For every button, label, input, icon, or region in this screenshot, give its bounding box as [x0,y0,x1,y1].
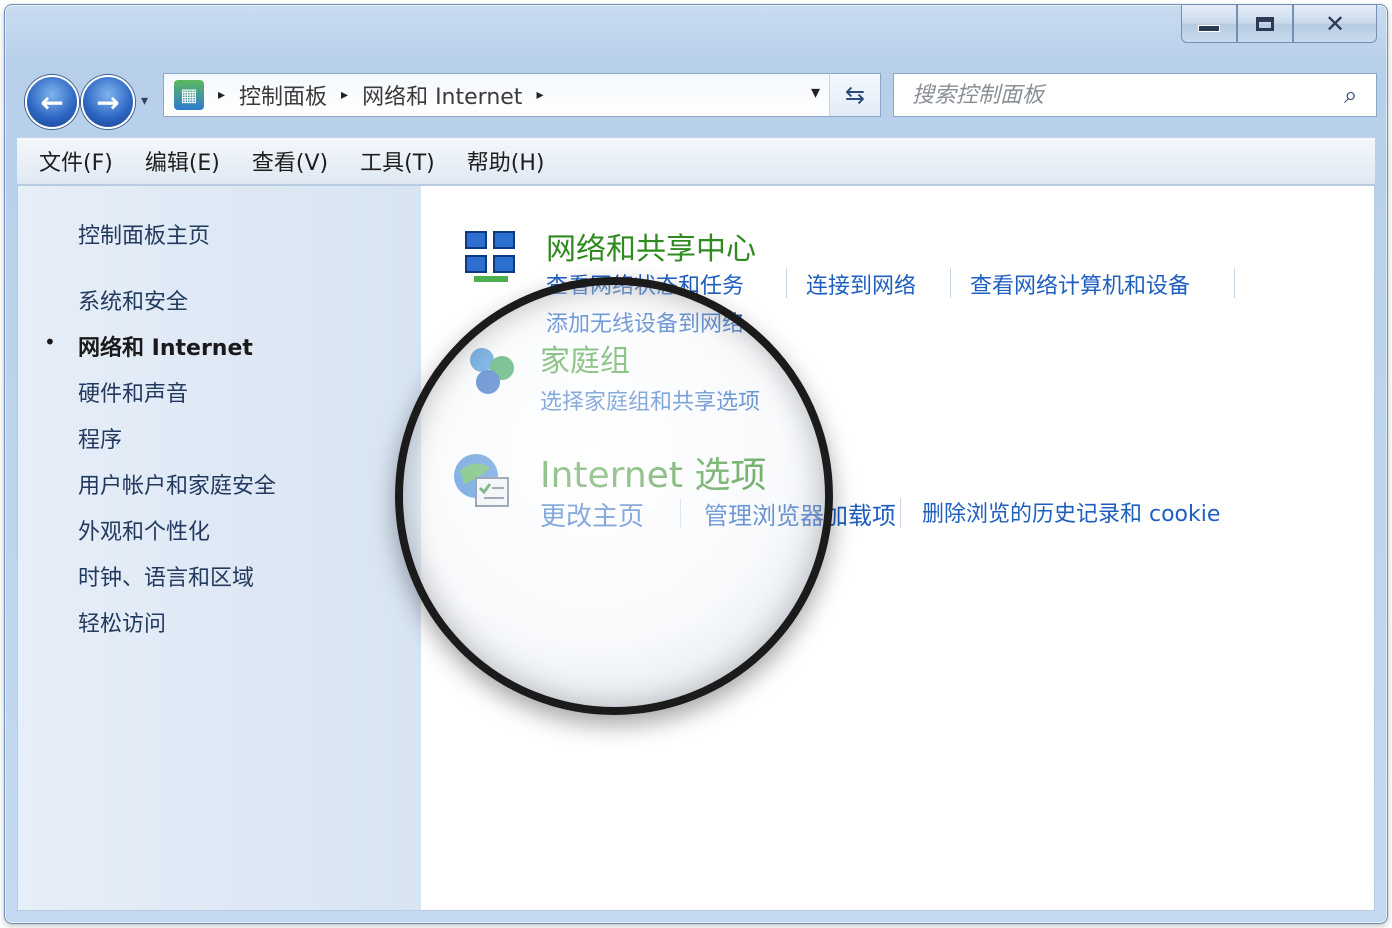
sidebar-item-appearance[interactable]: 外观和个性化 [78,514,210,546]
sidebar-item-hardware-sound[interactable]: 硬件和声音 [78,376,188,408]
menu-edit[interactable]: 编辑(E) [145,145,220,177]
manage-addons-link[interactable]: 管理浏览器加载项 [704,496,896,531]
menu-help[interactable]: 帮助(H) [467,145,545,177]
internet-options-icon [454,454,509,507]
homegroup-title[interactable]: 家庭组 [540,336,630,380]
search-icon[interactable]: ⌕ [1344,81,1376,109]
menu-file[interactable]: 文件(F) [39,145,113,177]
sidebar-home-link[interactable]: 控制面板主页 [78,218,210,250]
sidebar-item-ease-of-access[interactable]: 轻松访问 [78,606,166,638]
close-icon: ✕ [1324,9,1346,38]
minimize-button[interactable] [1181,5,1237,43]
breadcrumb-separator-icon[interactable]: ▸ [341,87,348,103]
view-network-status-link[interactable]: 查看网络状态和任务 [546,268,744,300]
delete-history-cookies-link[interactable]: 删除浏览的历史记录和 cookie [922,496,1220,528]
menu-view[interactable]: 查看(V) [252,145,328,177]
link-separator [786,268,787,298]
maximize-button[interactable] [1237,5,1293,43]
menu-bar: 文件(F) 编辑(E) 查看(V) 工具(T) 帮助(H) [17,137,1375,185]
back-button[interactable]: ← [25,75,79,129]
change-homepage-link[interactable]: 更改主页 [540,496,644,533]
address-dropdown-icon[interactable]: ▾ [811,82,820,103]
control-panel-icon: ▦ [174,80,204,110]
content-area: 控制面板主页 系统和安全 • 网络和 Internet 硬件和声音 程序 用户帐… [17,185,1375,911]
network-sharing-icon [465,231,515,282]
search-input[interactable] [910,75,1344,115]
view-network-computers-link[interactable]: 查看网络计算机和设备 [970,268,1190,300]
close-button[interactable]: ✕ [1293,5,1377,43]
sidebar-item-programs[interactable]: 程序 [78,422,122,454]
network-sharing-title[interactable]: 网络和共享中心 [546,224,756,268]
address-bar[interactable]: ▦ ▸ 控制面板 ▸ 网络和 Internet ▸ ▾ [163,73,881,117]
breadcrumb-network-internet[interactable]: 网络和 Internet [362,79,522,111]
sidebar-item-network-internet[interactable]: 网络和 Internet [78,330,253,362]
refresh-button[interactable]: ⇆ [829,73,881,117]
back-arrow-icon: ← [40,85,64,119]
control-panel-window: ✕ ← → ▾ ▦ ▸ 控制面板 ▸ 网络和 Internet ▸ ▾ ⇆ ⌕ … [4,4,1388,924]
sidebar: 控制面板主页 系统和安全 • 网络和 Internet 硬件和声音 程序 用户帐… [18,186,421,910]
navigation-row: ← → ▾ ▦ ▸ 控制面板 ▸ 网络和 Internet ▸ ▾ ⇆ ⌕ [21,71,1377,129]
minimize-icon [1198,25,1220,32]
connect-network-link[interactable]: 连接到网络 [806,268,916,300]
refresh-icon: ⇆ [844,81,866,109]
link-separator [680,498,681,528]
recent-pages-dropdown[interactable]: ▾ [141,93,148,109]
breadcrumb-control-panel[interactable]: 控制面板 [239,79,327,111]
link-separator [1234,268,1235,298]
internet-options-title[interactable]: Internet 选项 [540,446,766,498]
maximize-icon [1256,16,1274,31]
main-panel: 网络和共享中心 查看网络状态和任务 连接到网络 查看网络计算机和设备 添加无线设… [422,186,1374,910]
active-bullet-icon: • [44,330,56,354]
breadcrumb-separator-icon[interactable]: ▸ [218,87,225,103]
link-separator [950,268,951,298]
search-box[interactable]: ⌕ [893,73,1377,117]
homegroup-options-link[interactable]: 选择家庭组和共享选项 [540,384,760,416]
sidebar-item-clock-language[interactable]: 时钟、语言和区域 [78,560,254,592]
forward-arrow-icon: → [96,85,120,119]
link-separator [900,498,901,528]
forward-button[interactable]: → [81,75,135,129]
menu-tools[interactable]: 工具(T) [360,145,435,177]
sidebar-item-system-security[interactable]: 系统和安全 [78,284,188,316]
homegroup-icon [470,348,514,394]
add-wireless-device-link[interactable]: 添加无线设备到网络 [546,306,744,338]
caption-buttons: ✕ [1181,5,1377,45]
sidebar-item-user-accounts[interactable]: 用户帐户和家庭安全 [78,468,276,500]
breadcrumb-separator-icon[interactable]: ▸ [536,87,543,103]
